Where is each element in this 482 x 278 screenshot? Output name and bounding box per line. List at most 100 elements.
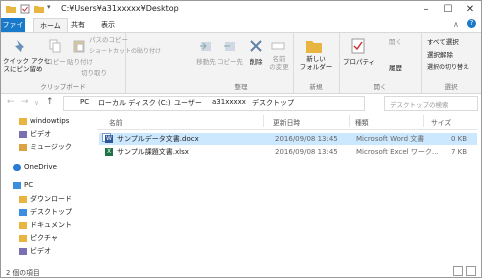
- file-type: Microsoft Excel ワーク...: [356, 148, 439, 156]
- ribbon: クイック アクセ スにピン留め コピー 貼り付け パスのコピー ショートカットの…: [1, 32, 481, 94]
- column-divider[interactable]: [349, 115, 350, 127]
- select-all-button[interactable]: すべて選択: [427, 38, 459, 46]
- word-icon: W: [105, 135, 113, 143]
- breadcrumb-users[interactable]: ユーザー: [174, 98, 202, 108]
- navigation-pane: windowtips ビデオ ミュージック OneDrive PC ダウンロード…: [1, 113, 93, 265]
- column-size[interactable]: サイズ: [431, 117, 451, 127]
- nav-item-documents[interactable]: ドキュメント: [1, 219, 93, 232]
- excel-icon: X: [105, 148, 113, 156]
- file-name: サンプル課題文書.xlsx: [117, 148, 189, 156]
- breadcrumb-user[interactable]: a31xxxxx: [212, 98, 246, 106]
- nav-item-pictures[interactable]: ピクチャ: [1, 232, 93, 245]
- nav-item-videos[interactable]: ビデオ: [1, 128, 93, 141]
- copy-to-icon: [224, 42, 235, 51]
- open-button[interactable]: 開く: [389, 38, 402, 46]
- column-name[interactable]: 名前: [109, 117, 123, 127]
- delete-button[interactable]: 削除: [245, 58, 267, 66]
- organize-group: 移動先 コピー先 削除 名前 の変更 整理: [189, 33, 294, 93]
- tab-file[interactable]: ファイル: [1, 18, 25, 43]
- properties-button[interactable]: プロパティ: [341, 58, 377, 66]
- delete-icon: [250, 40, 262, 52]
- download-folder-icon: [19, 196, 27, 203]
- copy-to-button[interactable]: コピー先: [215, 58, 245, 66]
- up-icon[interactable]: ↑: [46, 97, 54, 107]
- file-modified: 2016/09/08 13:45: [275, 148, 338, 156]
- nav-item-desktop[interactable]: デスクトップ: [1, 206, 93, 219]
- desktop-folder-icon: [19, 209, 27, 216]
- address-bar[interactable]: PC ローカル ディスク (C:) ユーザー a31xxxxx デスクトップ: [63, 96, 365, 111]
- maximize-button[interactable]: ☐: [437, 1, 459, 18]
- folder-icon: [6, 6, 16, 13]
- new-folder-button[interactable]: 新しい フォルダー: [295, 55, 337, 71]
- nav-item-videos-2[interactable]: ビデオ: [1, 245, 93, 258]
- nav-item-music[interactable]: ミュージック: [1, 141, 93, 154]
- path-copy-button[interactable]: パスのコピー: [89, 36, 128, 44]
- rename-button[interactable]: 名前 の変更: [267, 55, 291, 71]
- tab-share[interactable]: 共有: [65, 18, 91, 32]
- column-divider[interactable]: [423, 115, 424, 127]
- window-title: C:¥Users¥a31xxxxx¥Desktop: [61, 4, 179, 13]
- details-view-icon[interactable]: [453, 266, 463, 276]
- collapse-ribbon-icon[interactable]: ∧: [453, 20, 459, 29]
- nav-item-windowtips[interactable]: windowtips: [1, 115, 93, 128]
- file-row[interactable]: W サンプルデータ文書.docx 2016/09/08 13:45 Micros…: [99, 133, 477, 145]
- open-group: プロパティ 開く 履歴 開く: [339, 33, 422, 93]
- column-type[interactable]: 種類: [355, 117, 369, 127]
- search-box[interactable]: デスクトップの検索: [384, 96, 478, 111]
- breadcrumb-pc[interactable]: PC: [80, 98, 89, 106]
- video-folder-icon: [19, 131, 27, 138]
- address-row: ← → ∨ ↑ PC ローカル ディスク (C:) ユーザー a31xxxxx …: [1, 94, 481, 112]
- column-divider[interactable]: [263, 115, 264, 127]
- properties-icon: [351, 38, 365, 54]
- file-row[interactable]: X サンプル課題文書.xlsx 2016/09/08 13:45 Microso…: [99, 146, 477, 158]
- select-none-button[interactable]: 選択解除: [427, 51, 453, 59]
- quick-access-pin-button[interactable]: クイック アクセ スにピン留め: [3, 57, 50, 73]
- paste-icon: [73, 40, 85, 53]
- organize-group-label: 整理: [234, 83, 248, 91]
- new-folder-icon: [306, 41, 322, 53]
- file-type: Microsoft Word 文書: [356, 135, 425, 143]
- file-name: サンプルデータ文書.docx: [117, 135, 199, 143]
- history-button[interactable]: 履歴: [389, 64, 402, 72]
- new-group: 新しい フォルダー 新規: [293, 33, 340, 93]
- cut-button[interactable]: 切り取り: [81, 69, 107, 77]
- properties-quick-icon[interactable]: [20, 4, 30, 14]
- minimize-button[interactable]: –: [415, 1, 437, 18]
- open-group-label: 開く: [373, 83, 387, 91]
- column-modified[interactable]: 更新日時: [273, 117, 300, 127]
- shortcut-paste-button[interactable]: ショートカットの貼り付け: [89, 48, 161, 56]
- file-size: 7 KB: [451, 148, 468, 156]
- documents-folder-icon: [19, 222, 27, 229]
- recent-dropdown-icon[interactable]: ∨: [34, 99, 39, 107]
- clipboard-group-label: クリップボード: [40, 83, 86, 91]
- new-group-label: 新規: [309, 83, 323, 91]
- folder-icon: [19, 118, 27, 125]
- select-group: すべて選択 選択解除 選択の切り替え 選択: [421, 33, 481, 93]
- video-folder-icon: [19, 248, 27, 255]
- large-icons-view-icon[interactable]: [466, 266, 476, 276]
- ribbon-tabs: ファイル ホーム 共有 表示 ∧ ?: [1, 18, 481, 43]
- select-group-label: 選択: [444, 83, 458, 91]
- item-count: 2 個の項目: [6, 269, 40, 277]
- paste-button[interactable]: 貼り付け: [67, 58, 93, 66]
- breadcrumb-desktop[interactable]: デスクトップ: [252, 98, 294, 108]
- move-to-icon: [200, 42, 211, 51]
- quick-access-dropdown-icon[interactable]: ▾: [47, 3, 57, 13]
- tab-view[interactable]: 表示: [95, 18, 121, 32]
- help-icon[interactable]: ?: [467, 19, 476, 28]
- copy-button[interactable]: コピー: [45, 58, 67, 66]
- invert-selection-button[interactable]: 選択の切り替え: [427, 64, 469, 72]
- cloud-icon: [13, 164, 21, 171]
- forward-icon[interactable]: →: [21, 97, 29, 107]
- breadcrumb-local-disk[interactable]: ローカル ディスク (C:): [98, 98, 171, 108]
- nav-item-pc[interactable]: PC: [1, 179, 93, 192]
- close-button[interactable]: ✕: [459, 1, 481, 18]
- nav-item-downloads[interactable]: ダウンロード: [1, 193, 93, 206]
- explorer-window: ▾ C:¥Users¥a31xxxxx¥Desktop – ☐ ✕ ファイル ホ…: [0, 0, 482, 278]
- new-folder-quick-icon[interactable]: [34, 4, 44, 14]
- search-input[interactable]: デスクトップの検索: [390, 99, 449, 109]
- nav-item-onedrive[interactable]: OneDrive: [1, 161, 93, 174]
- computer-icon: [13, 182, 21, 189]
- back-icon[interactable]: ←: [7, 97, 15, 107]
- tab-home[interactable]: ホーム: [33, 18, 68, 33]
